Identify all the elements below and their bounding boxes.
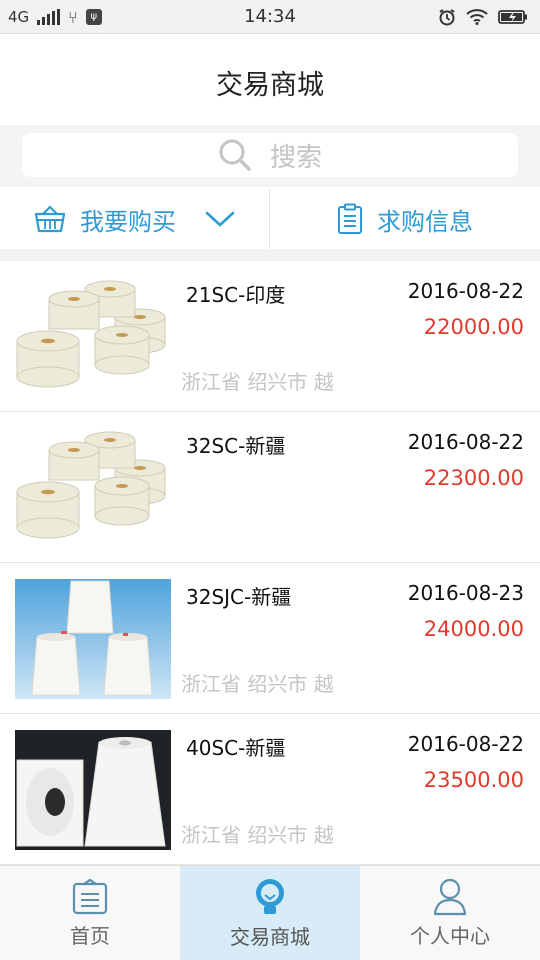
- item-date: 2016-08-22: [407, 430, 524, 454]
- search-placeholder: 搜索: [269, 142, 322, 173]
- clipboard-list-icon: [338, 203, 362, 234]
- item-date: 2016-08-23: [407, 581, 524, 605]
- bottom-nav: 首页 交易商城 个人中心: [0, 865, 540, 960]
- item-location: 浙江省 绍兴市 越: [181, 823, 334, 847]
- chevron-down-icon: [205, 211, 235, 227]
- nav-home[interactable]: 首页: [0, 866, 180, 960]
- nav-mall[interactable]: 交易商城: [180, 866, 360, 960]
- item-date: 2016-08-22: [407, 732, 524, 756]
- wifi-icon: [466, 9, 488, 25]
- item-name: 32SJC-新疆: [186, 585, 292, 609]
- nav-profile-label: 个人中心: [410, 924, 490, 948]
- search-section: 搜索: [0, 125, 540, 187]
- clipboard-icon: [72, 878, 108, 915]
- search-icon: [219, 139, 251, 171]
- list-item[interactable]: 32SJC-新疆 2016-08-23 24000.00 浙江省 绍兴市 越: [0, 563, 540, 714]
- list-item[interactable]: 40SC-新疆 2016-08-22 23500.00 浙江省 绍兴市 越: [0, 714, 540, 865]
- tab-request-label: 求购信息: [377, 207, 473, 236]
- yarn-spools-image: [15, 428, 171, 548]
- nav-home-label: 首页: [70, 924, 110, 948]
- item-date: 2016-08-22: [407, 279, 524, 303]
- user-icon: [433, 878, 467, 916]
- search-input[interactable]: 搜索: [22, 133, 518, 177]
- item-price: 23500.00: [423, 768, 524, 792]
- item-price: 22300.00: [423, 466, 524, 490]
- tab-buy[interactable]: 我要购买: [0, 189, 270, 249]
- nav-mall-label: 交易商城: [230, 925, 310, 949]
- status-right: [438, 0, 528, 34]
- item-location: 浙江省 绍兴市 越: [181, 370, 334, 394]
- yarn-spools-image: [15, 277, 171, 397]
- item-name: 40SC-新疆: [186, 736, 286, 760]
- tab-purchase-requests[interactable]: 求购信息: [270, 189, 540, 249]
- list-item[interactable]: 32SC-新疆 2016-08-22 22300.00: [0, 412, 540, 563]
- battery-charging-icon: [498, 10, 527, 24]
- app-header: 交易商城: [0, 35, 540, 125]
- page-title: 交易商城: [216, 70, 324, 101]
- action-tabs: 我要购买 求购信息: [0, 189, 540, 249]
- status-bar: 4G ⑂ ψ 14:34: [0, 0, 540, 34]
- lightbulb-icon: [256, 879, 284, 914]
- nav-profile[interactable]: 个人中心: [360, 866, 540, 960]
- item-price: 24000.00: [423, 617, 524, 641]
- section-divider: [0, 249, 540, 261]
- yarn-cones-blue-image: [15, 579, 171, 699]
- basket-icon: [34, 205, 66, 233]
- item-price: 22000.00: [423, 315, 524, 339]
- item-name: 21SC-印度: [186, 283, 286, 307]
- item-name: 32SC-新疆: [186, 434, 286, 458]
- listing-list: 21SC-印度 2016-08-22 22000.00 浙江省 绍兴市 越 32…: [0, 261, 540, 865]
- list-item[interactable]: 21SC-印度 2016-08-22 22000.00 浙江省 绍兴市 越: [0, 261, 540, 412]
- tab-buy-label: 我要购买: [80, 207, 176, 236]
- yarn-cones-dark-image: [15, 730, 171, 850]
- item-location: 浙江省 绍兴市 越: [181, 672, 334, 696]
- alarm-icon: [439, 9, 455, 26]
